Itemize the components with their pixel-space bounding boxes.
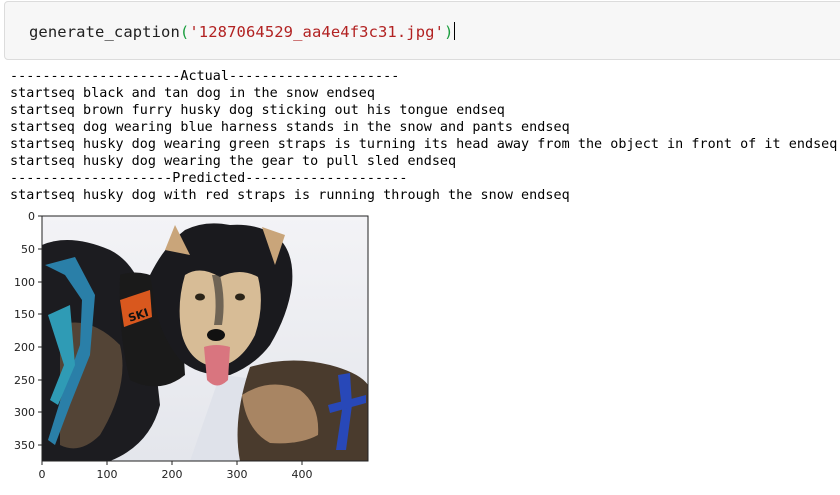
x-tick-label: 0: [39, 468, 46, 481]
y-tick-label: 250: [14, 374, 35, 387]
actual-caption: startseq husky dog wearing the gear to p…: [10, 154, 457, 169]
image-plot: SKI 0 50 100 150 200 250 300 350 0 100 2…: [14, 210, 369, 481]
y-tick-label: 200: [14, 341, 35, 354]
x-tick-label: 200: [162, 468, 183, 481]
open-paren: (: [179, 23, 190, 41]
right-eye: [235, 293, 245, 301]
code-input-cell[interactable]: generate_caption('1287064529_aa4e4f3c31.…: [4, 1, 840, 60]
actual-header: ---------------------Actual-------------…: [10, 69, 400, 84]
function-name: generate_caption: [29, 23, 180, 41]
actual-caption: startseq dog wearing blue harness stands…: [10, 120, 570, 135]
nose: [207, 329, 225, 341]
predicted-header: --------------------Predicted-----------…: [10, 171, 408, 186]
actual-caption: startseq husky dog wearing green straps …: [10, 137, 838, 152]
predicted-caption: startseq husky dog with red straps is ru…: [10, 188, 570, 203]
close-paren: ): [444, 23, 454, 41]
actual-caption: startseq black and tan dog in the snow e…: [10, 86, 376, 101]
x-axis: 0 100 200 300 400: [39, 461, 313, 481]
y-tick-label: 50: [21, 243, 35, 256]
actual-caption: startseq brown furry husky dog sticking …: [10, 103, 505, 118]
x-tick-label: 100: [97, 468, 118, 481]
y-tick-label: 300: [14, 406, 35, 419]
x-tick-label: 400: [292, 468, 313, 481]
y-tick-label: 150: [14, 308, 35, 321]
text-cursor: [454, 22, 456, 40]
y-tick-label: 100: [14, 276, 35, 289]
y-axis: 0 50 100 150 200 250 300 350: [14, 210, 42, 452]
y-tick-label: 350: [14, 439, 35, 452]
tongue: [204, 345, 230, 386]
y-tick-label: 0: [28, 210, 35, 223]
filename-argument: '1287064529_aa4e4f3c31.jpg': [189, 23, 445, 41]
cell-output: ---------------------Actual-------------…: [10, 68, 837, 204]
x-tick-label: 300: [227, 468, 248, 481]
code-line[interactable]: generate_caption('1287064529_aa4e4f3c31.…: [29, 22, 456, 41]
dog-photo: SKI: [42, 216, 368, 461]
left-eye: [195, 293, 205, 301]
